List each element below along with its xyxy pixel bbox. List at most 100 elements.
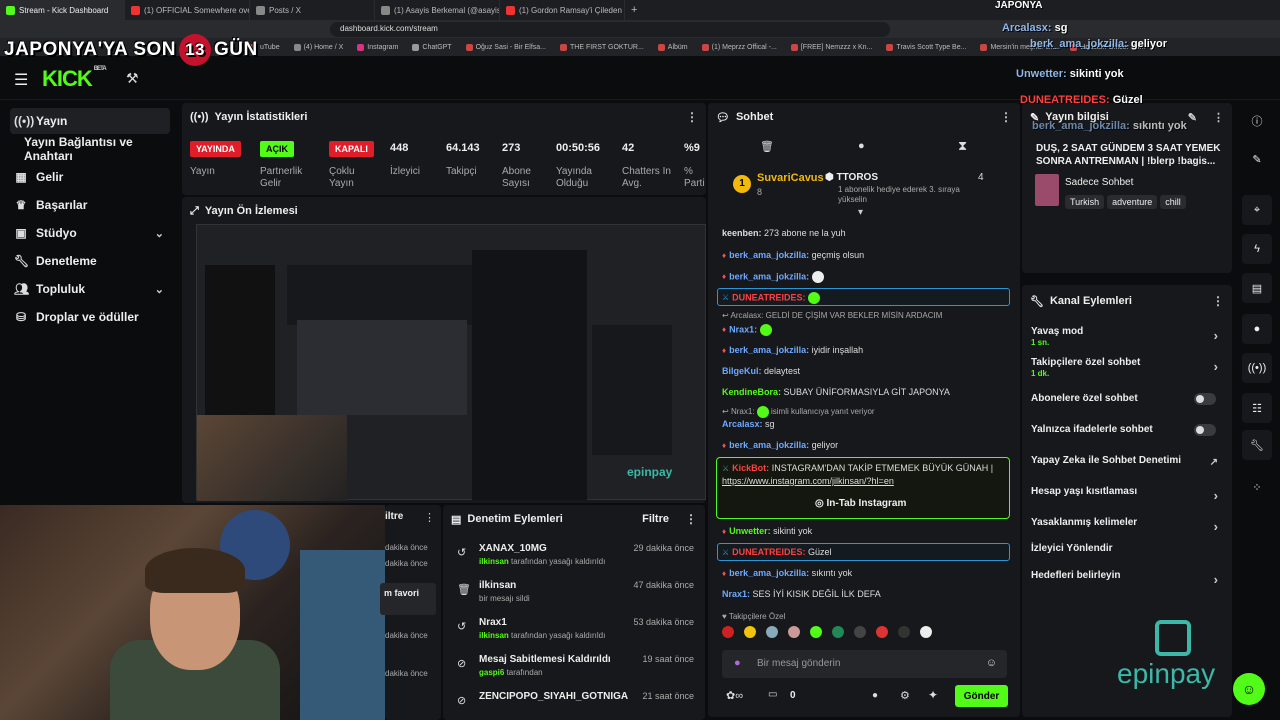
send-button[interactable]: Gönder	[955, 685, 1008, 707]
chat-message[interactable]: ♦ Unwetter: sikinti yok	[722, 526, 1012, 536]
url-field[interactable]: dashboard.kick.com/stream	[330, 22, 890, 37]
chat-message[interactable]: ♦ berk_ama_jokzilla: sıkıntı yok	[722, 568, 1012, 578]
emote-icon[interactable]	[876, 626, 888, 638]
bookmark[interactable]: Travis Scott Type Be...	[886, 43, 966, 51]
sidebar-item-studyo[interactable]: ▣ Stüdyo ⌄	[10, 220, 170, 246]
bookmark[interactable]: (1) Meprzz Offical -...	[701, 43, 777, 51]
chat-message[interactable]: ♦ berk_ama_jokzilla:	[722, 271, 1012, 283]
help-bot-icon[interactable]: ☺	[1233, 673, 1265, 705]
sidebar-item-droplar[interactable]: ⛁ Droplar ve ödüller	[10, 304, 170, 330]
in-tab-instagram-button[interactable]: ◎ In-Tab Instagram	[815, 498, 906, 509]
channel-action-goals[interactable]: Hedefleri belirleyin ›	[1031, 570, 1226, 587]
tag[interactable]: chill	[1160, 195, 1186, 209]
channel-action-raid[interactable]: İzleyici Yönlendir	[1031, 543, 1226, 554]
dots-cluster-icon[interactable]: ⁘	[1242, 472, 1272, 502]
sidebar-item-gelir[interactable]: ▦ Gelir	[10, 164, 170, 190]
info-icon[interactable]: ⓘ	[1242, 106, 1272, 136]
bookmark[interactable]: THE FIRST GOKTUR...	[560, 43, 644, 51]
sidebar-item-denetleme[interactable]: 🔧︎ Denetleme	[10, 248, 170, 274]
chat-message[interactable]: ♦ berk_ama_jokzilla: iyidir inşallah	[722, 345, 1012, 355]
emote-icon[interactable]	[722, 626, 734, 638]
chat-message[interactable]: ⚔ DUNEATREIDES:	[722, 292, 1012, 304]
sidebar-item-stream-key[interactable]: Yayın Bağlantısı ve Anahtarı	[10, 135, 180, 163]
chat-message[interactable]: BilgeKul: delaytest	[722, 366, 1012, 376]
bookmark[interactable]: (4) Home / X	[293, 43, 343, 51]
category-name[interactable]: Sadece Sohbet	[1065, 177, 1133, 188]
browser-tab[interactable]: Stream - Kick Dashboard	[0, 0, 125, 20]
hourglass-icon[interactable]: ⧗	[958, 138, 967, 154]
emote-icon[interactable]	[744, 626, 756, 638]
emote-icon[interactable]	[788, 626, 800, 638]
chat-message[interactable]: ⚔ DUNEATREIDES: Güzel	[722, 547, 1012, 557]
clip-icon[interactable]: ⌖	[1242, 195, 1272, 225]
channel-action-followers-only[interactable]: Takipçilere özel sohbet 1 dk. ›	[1031, 357, 1226, 378]
wrench-icon[interactable]: 🔧︎	[1242, 430, 1272, 460]
favorite-item[interactable]: m favori	[380, 583, 436, 615]
tag[interactable]: Turkish	[1065, 195, 1105, 209]
more-options-icon[interactable]: ⋮	[686, 110, 698, 124]
sidebar-item-basarilar[interactable]: ♛ Başarılar	[10, 192, 170, 218]
sidebar-item-yayin[interactable]: ((•)) Yayın	[10, 108, 170, 134]
emote-icon[interactable]	[920, 626, 932, 638]
chat-message[interactable]: keenben: 273 abone ne la yuh	[722, 228, 1012, 238]
toggle-switch[interactable]	[1194, 393, 1216, 405]
chat-bubble-icon[interactable]: ●	[872, 690, 878, 701]
chat-message[interactable]: Arcalasx: sg	[722, 419, 1012, 429]
channel-action-account-age[interactable]: Hesap yaşı kısıtlaması ›	[1031, 486, 1226, 503]
new-tab-button[interactable]: +	[625, 4, 643, 16]
bookmark[interactable]: Instagram	[357, 43, 398, 51]
hammer-icon[interactable]: ⚒	[126, 70, 139, 87]
top-gifter-name[interactable]: SuvariCavus	[757, 172, 824, 184]
bookmark[interactable]: Oğuz Sasi - Bir Elfsa...	[465, 43, 546, 51]
bookmark[interactable]: Albüm	[657, 43, 688, 51]
hamburger-menu-icon[interactable]: ☰	[14, 70, 28, 90]
more-options-icon[interactable]: ⋮	[424, 511, 435, 524]
toggle-switch[interactable]	[1194, 424, 1216, 436]
emote-icon[interactable]	[898, 626, 910, 638]
points-icon[interactable]: ✿∞	[726, 689, 743, 702]
emoji-icon[interactable]: ☺	[986, 657, 997, 669]
chat-bubble-icon[interactable]: ●	[858, 140, 865, 152]
list-icon[interactable]: ☷	[1242, 393, 1272, 423]
emote-icon[interactable]	[766, 626, 778, 638]
filter-button[interactable]: Filtre	[642, 513, 669, 525]
chat-message[interactable]: ♦ berk_ama_jokzilla: geçmiş olsun	[722, 250, 1012, 260]
more-options-icon[interactable]: ⋮	[1213, 111, 1224, 124]
bookmark[interactable]: ChatGPT	[412, 43, 452, 51]
channel-action-slow-mode[interactable]: Yavaş mod 1 sn. ›	[1031, 326, 1226, 347]
channel-action-banned-words[interactable]: Yasaklanmış kelimeler ›	[1031, 517, 1226, 534]
kick-logo[interactable]: KICK BETA	[42, 66, 107, 92]
emote-icon[interactable]	[854, 626, 866, 638]
channel-action-subscribers-only[interactable]: Abonelere özel sohbet	[1031, 393, 1226, 405]
instagram-link[interactable]: https://www.instagram.com/jilkinsan/?hl=…	[722, 476, 894, 486]
browser-tab[interactable]: (1) Asayis Berkemal (@asayisberkem	[375, 0, 500, 20]
channel-action-emotes-only[interactable]: Yalnızca ifadelerle sohbet	[1031, 424, 1226, 436]
bookmark[interactable]: [FREE] Nemzzz x Kn...	[790, 43, 872, 51]
chat-message[interactable]: KendineBora: SUBAY ÜNİFORMASIYLA GİT JAP…	[722, 387, 1012, 397]
stream-preview-video[interactable]: epinpay	[196, 224, 706, 501]
browser-tab[interactable]: Posts / X	[250, 0, 375, 20]
tag[interactable]: adventure	[1107, 195, 1158, 209]
trash-icon[interactable]: 🗑︎	[760, 140, 774, 153]
emote-icon[interactable]	[832, 626, 844, 638]
chat-input[interactable]: ● Bir mesaj gönderin ☺	[722, 650, 1007, 678]
bot-icon[interactable]: ✦	[928, 688, 938, 702]
browser-tab[interactable]: (1) Gordon Ramsay'i Çileden Çıkaran	[500, 0, 625, 20]
gear-icon[interactable]: ⚙	[900, 689, 910, 702]
broadcast-icon[interactable]: ((•))	[1242, 353, 1272, 383]
browser-tab[interactable]: (1) OFFICIAL Somewhere over the R	[125, 0, 250, 20]
sidebar-item-topluluk[interactable]: 👥︎ Topluluk ⌄	[10, 276, 170, 302]
chat-message[interactable]: Nrax1: SES İYİ KISIK DEĞİL İLK DEFA	[722, 589, 1012, 599]
lightning-icon[interactable]: ϟ	[1242, 234, 1272, 264]
document-icon[interactable]: ▤	[1242, 273, 1272, 303]
chevron-down-icon[interactable]: ▾	[858, 207, 863, 218]
edit-icon[interactable]: ✎	[1188, 111, 1197, 124]
pencil-icon[interactable]: ✎	[1242, 144, 1272, 174]
chat-message[interactable]: ♦ berk_ama_jokzilla: geliyor	[722, 440, 1012, 450]
more-options-icon[interactable]: ⋮	[1000, 110, 1012, 124]
chat-bubble-icon[interactable]: ●	[1242, 314, 1272, 344]
more-options-icon[interactable]: ⋮	[685, 512, 697, 526]
microphone-icon[interactable]: ●	[734, 657, 741, 669]
more-options-icon[interactable]: ⋮	[1212, 294, 1224, 308]
channel-action-ai-moderation[interactable]: Yapay Zeka ile Sohbet Denetimi ↗	[1031, 455, 1226, 468]
